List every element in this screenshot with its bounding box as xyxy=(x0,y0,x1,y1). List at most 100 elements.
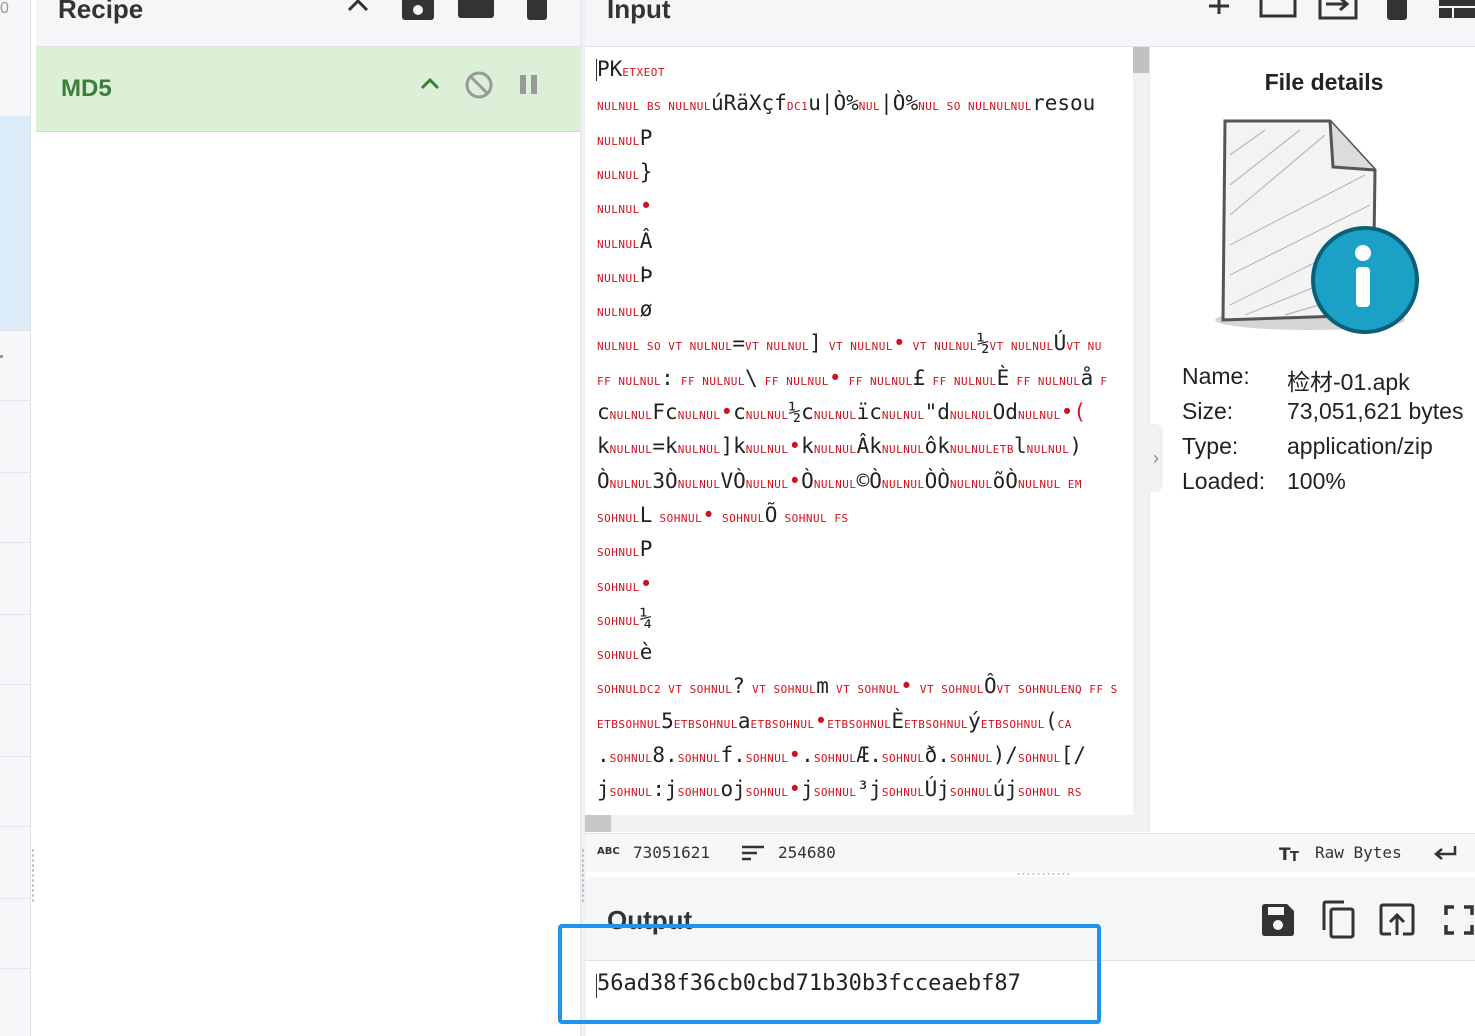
text-token: 3Ò xyxy=(652,468,678,493)
control-char-token: FF NULNUL xyxy=(757,374,829,388)
text-token: VÒ xyxy=(720,468,746,493)
copy-icon[interactable] xyxy=(1320,900,1356,940)
save-icon[interactable] xyxy=(1261,903,1295,937)
lines-icon xyxy=(742,845,764,861)
control-char-token: NULNUL xyxy=(677,409,721,422)
text-token: • xyxy=(720,400,734,424)
file-name-label: Name: xyxy=(1182,363,1250,389)
control-char-token: SOHNUL xyxy=(597,511,640,525)
file-loaded-value: 100% xyxy=(1287,468,1346,494)
text-token: új xyxy=(992,777,1018,802)
input-vertical-scroll-thumb[interactable] xyxy=(1133,47,1149,73)
text-token: m xyxy=(816,674,829,699)
text-token: PK xyxy=(597,57,623,81)
pause-icon[interactable] xyxy=(518,73,540,97)
control-char-token: SOHNUL xyxy=(677,786,721,800)
control-char-token: NULNUL xyxy=(609,477,653,491)
recipe-operation-md5[interactable]: MD5 xyxy=(36,47,580,132)
input-status-bar: ABC 73051621 254680 TT Raw Bytes xyxy=(585,833,1475,872)
control-char-token: VT NULNUL xyxy=(989,340,1054,354)
control-char-token: VT SOHNULENQ FF S xyxy=(996,683,1118,697)
operation-slot[interactable] xyxy=(0,684,30,757)
control-char-token: SOHNUL xyxy=(677,752,721,765)
text-encoding-icon[interactable]: TT xyxy=(1279,843,1303,863)
text-token: • xyxy=(814,708,828,733)
operation-slot-selected[interactable] xyxy=(0,116,30,189)
operation-slot[interactable] xyxy=(0,472,30,543)
text-token: • xyxy=(788,777,802,802)
ops-tick xyxy=(0,355,3,358)
text-token: Æ. xyxy=(856,743,882,767)
chevron-up-icon[interactable] xyxy=(346,0,370,16)
trash-icon[interactable] xyxy=(1384,0,1410,22)
control-char-token: SOHNUL xyxy=(813,752,857,765)
input-horizontal-scrollbar[interactable] xyxy=(585,815,1133,832)
output-text[interactable]: 56ad38f36cb0cbd71b30b3fcceaebf87 xyxy=(597,971,1021,996)
control-char-token: VT NULNUL xyxy=(745,340,810,354)
replace-input-icon[interactable] xyxy=(1379,903,1415,937)
plus-icon[interactable] xyxy=(1205,0,1233,18)
control-char-token: NULNUL xyxy=(597,271,640,285)
input-textarea[interactable]: PKETXEOT NULNUL BS NULNULúRäXçfDC1u|Ò%NUL… xyxy=(585,47,1133,832)
operation-slot[interactable] xyxy=(0,614,30,685)
operation-slot[interactable] xyxy=(0,46,30,117)
text-token: • xyxy=(893,331,906,356)
collapse-details-toggle[interactable]: › xyxy=(1149,424,1163,492)
disable-icon[interactable] xyxy=(464,70,494,100)
encoding-label[interactable]: Raw Bytes xyxy=(1315,843,1402,862)
control-char-token: SOHNUL xyxy=(597,614,640,628)
control-char-token: SOHNUL xyxy=(609,786,653,800)
operation-slot-selected[interactable] xyxy=(0,260,30,331)
input-vertical-scrollbar[interactable] xyxy=(1133,47,1149,832)
ops-resize-handle[interactable] xyxy=(31,848,35,904)
text-token: • xyxy=(639,194,653,219)
operation-slot[interactable] xyxy=(0,400,30,473)
folder-icon[interactable] xyxy=(458,0,494,20)
text-token: |Ò% xyxy=(880,91,919,116)
file-details-panel: File details Name: 检材-01.apk Size: 73,05… xyxy=(1163,47,1475,832)
text-token: Ú xyxy=(1053,331,1067,356)
control-char-token: NUL SO NULNULNUL xyxy=(918,100,1033,114)
operation-slot[interactable] xyxy=(0,542,30,615)
save-icon[interactable] xyxy=(401,0,435,22)
operation-slot[interactable] xyxy=(0,330,30,401)
trash-icon[interactable] xyxy=(524,0,550,22)
control-char-token: ETBSOHNUL xyxy=(750,717,815,731)
io-resize-handle[interactable] xyxy=(1016,872,1070,876)
control-char-token: NULNUL xyxy=(609,409,653,422)
control-char-token: NULNUL xyxy=(597,203,640,217)
operation-slot-selected[interactable] xyxy=(0,188,30,261)
input-line: SOHNULè xyxy=(597,640,652,674)
chevron-up-icon[interactable] xyxy=(419,75,441,93)
input-line: .SOHNUL8.SOHNULf.SOHNUL•.SOHNULÆ.SOHNULð… xyxy=(597,743,1086,777)
new-tab-icon[interactable] xyxy=(1259,0,1297,20)
input-line: NULNULø xyxy=(597,297,652,331)
open-file-icon[interactable] xyxy=(1318,0,1358,22)
control-char-token: NULNUL BS NULNUL xyxy=(597,100,711,114)
control-char-token: NULNUL xyxy=(881,443,925,457)
operation-slot[interactable] xyxy=(0,826,30,899)
control-char-token: SOHNUL FS xyxy=(777,511,849,525)
eol-icon[interactable] xyxy=(1433,844,1463,862)
input-line: NULNUL BS NULNULúRäXçfDC1u|Ò%NUL|Ò%NUL S… xyxy=(597,91,1095,125)
input-line: NULNUL SO VT NULNUL=VT NULNUL] VT NULNUL… xyxy=(597,331,1102,365)
input-horizontal-scroll-thumb[interactable] xyxy=(585,815,611,832)
control-char-token: SOHNUL xyxy=(609,752,653,765)
control-char-token: ETXEOT xyxy=(622,66,666,79)
layout-icon[interactable] xyxy=(1439,0,1475,20)
control-char-token: SOHNUL xyxy=(597,546,640,560)
text-token: k xyxy=(597,434,610,459)
operations-panel: 0 xyxy=(0,0,31,1036)
operation-slot[interactable] xyxy=(0,756,30,827)
text-token: è xyxy=(639,640,653,665)
control-char-token: SOHNUL xyxy=(652,511,703,525)
file-type-label: Type: xyxy=(1182,433,1239,459)
text-token: ) xyxy=(1069,434,1083,459)
fullscreen-icon[interactable] xyxy=(1444,905,1474,935)
ops-corner-glyph: 0 xyxy=(0,0,9,17)
file-size-value: 73,051,621 bytes xyxy=(1287,398,1464,424)
operation-slot[interactable] xyxy=(0,898,30,969)
input-line: SOHNULP xyxy=(597,537,652,571)
text-token: õÒ xyxy=(992,468,1018,493)
text-token: ¼ xyxy=(639,605,653,630)
